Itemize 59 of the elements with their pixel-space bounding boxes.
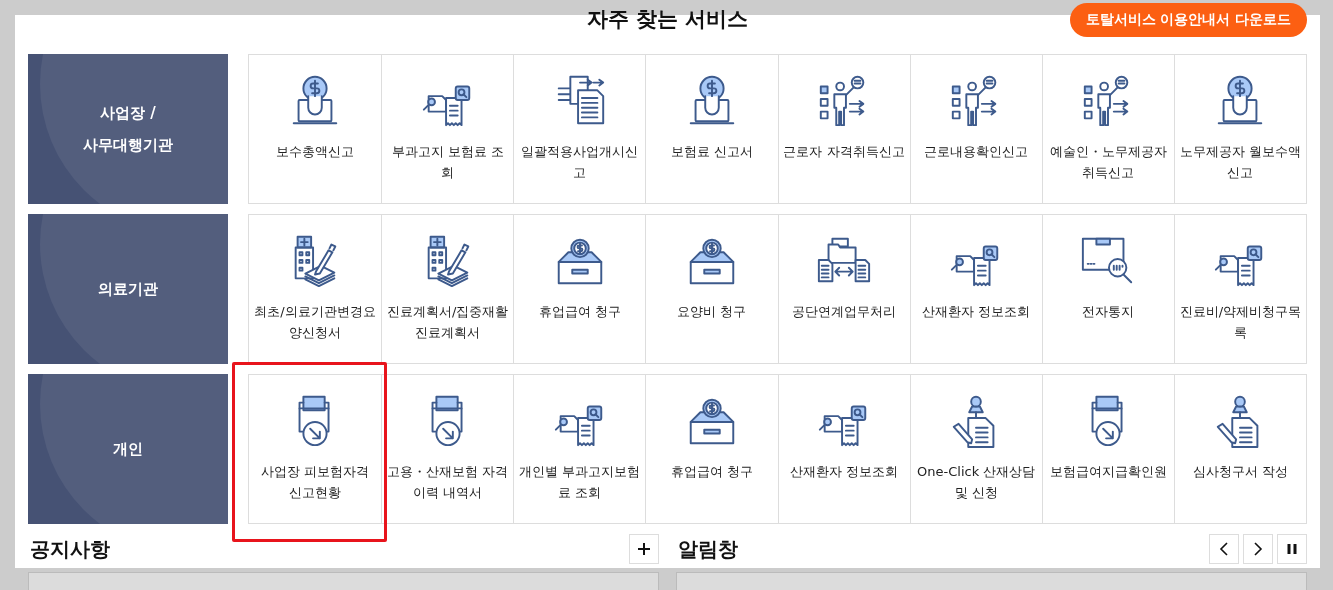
service-label: 일괄적용사업개시신고 — [520, 143, 640, 182]
service-tile[interactable]: 예술인・노무제공자 취득신고 — [1042, 55, 1174, 203]
service-label: 근로내용확인신고 — [924, 143, 1029, 161]
more-button[interactable] — [629, 534, 659, 564]
service-label: 산재환자 정보조회 — [790, 463, 899, 481]
plus-icon — [636, 541, 652, 557]
previous-button[interactable] — [1209, 534, 1239, 564]
service-label: 산재환자 정보조회 — [922, 303, 1031, 321]
service-label: 고용・산재보험 자격 이력 내역서 — [386, 463, 510, 502]
service-tile[interactable]: One-Click 산재상담 및 신청 — [910, 375, 1042, 523]
service-tile[interactable]: 산재환자 정보조회 — [910, 215, 1042, 363]
service-label: 보수총액신고 — [276, 143, 355, 161]
service-tile[interactable]: 요양비 청구 — [646, 215, 778, 363]
service-label: 근로자 자격취득신고 — [783, 143, 905, 161]
service-label: 휴업급여 청구 — [538, 303, 621, 321]
service-label: 전자통지 — [1082, 303, 1135, 321]
service-tile[interactable]: 휴업급여 청구 — [646, 375, 778, 523]
service-label: 진료비/약제비청구목록 — [1178, 303, 1302, 342]
service-tile[interactable]: 최초/의료기관변경요양신청서 — [249, 215, 382, 363]
service-label: 부과고지 보험료 조회 — [390, 143, 505, 182]
service-label: 보험급여지급확인원 — [1049, 463, 1167, 481]
service-label: 노무제공자 월보수액 신고 — [1178, 143, 1302, 182]
service-tile[interactable]: 부과고지 보험료 조회 — [382, 55, 514, 203]
service-tile[interactable]: 보수총액신고 — [249, 55, 382, 203]
service-label: 진료계획서/집중재활진료계획서 — [386, 303, 510, 342]
service-tile[interactable]: 보험료 신고서 — [646, 55, 778, 203]
category-label: 개인 — [113, 439, 143, 460]
service-tile[interactable]: 공단연계업무처리 — [778, 215, 910, 363]
category-label: 사업장 / 사무대행기관 — [83, 103, 173, 156]
service-tile[interactable]: 심사청구서 작성 — [1174, 375, 1306, 523]
service-tile[interactable]: 노무제공자 월보수액 신고 — [1174, 55, 1306, 203]
service-label: 예술인・노무제공자 취득신고 — [1048, 143, 1168, 182]
service-tile[interactable]: 보험급여지급확인원 — [1042, 375, 1174, 523]
service-label: 공단연계업무처리 — [792, 303, 897, 321]
notice-title: 공지사항 — [30, 535, 110, 563]
service-tile[interactable]: 일괄적용사업개시신고 — [514, 55, 646, 203]
service-label: 최초/의료기관변경요양신청서 — [253, 303, 377, 342]
service-tile[interactable]: 고용・산재보험 자격 이력 내역서 — [382, 375, 514, 523]
service-tile[interactable]: 근로자 자격취득신고 — [778, 55, 910, 203]
service-label: 요양비 청구 — [677, 303, 747, 321]
service-label: 휴업급여 청구 — [670, 463, 753, 481]
service-tile[interactable]: 산재환자 정보조회 — [778, 375, 910, 523]
pause-button[interactable] — [1277, 534, 1307, 564]
section-title: 자주 찾는 서비스 — [586, 7, 749, 31]
next-button[interactable] — [1243, 534, 1273, 564]
alerts-title: 알림창 — [678, 535, 738, 563]
service-label: 사업장 피보험자격 신고현황 — [260, 463, 371, 502]
service-label: One-Click 산재상담 및 신청 — [916, 463, 1037, 502]
service-tile[interactable]: 근로내용확인신고 — [910, 55, 1042, 203]
service-label: 심사청구서 작성 — [1192, 463, 1288, 481]
service-tile[interactable]: 휴업급여 청구 — [514, 215, 646, 363]
category-label: 의료기관 — [98, 279, 158, 300]
service-label: 개인별 부과고지보험료 조회 — [518, 463, 642, 502]
service-tile[interactable]: 전자통지 — [1042, 215, 1174, 363]
service-tile[interactable]: 사업장 피보험자격 신고현황 — [249, 375, 382, 523]
service-tile[interactable]: 진료비/약제비청구목록 — [1174, 215, 1306, 363]
service-tile[interactable]: 진료계획서/집중재활진료계획서 — [382, 215, 514, 363]
service-label: 보험료 신고서 — [670, 143, 753, 161]
service-tile[interactable]: 개인별 부과고지보험료 조회 — [514, 375, 646, 523]
